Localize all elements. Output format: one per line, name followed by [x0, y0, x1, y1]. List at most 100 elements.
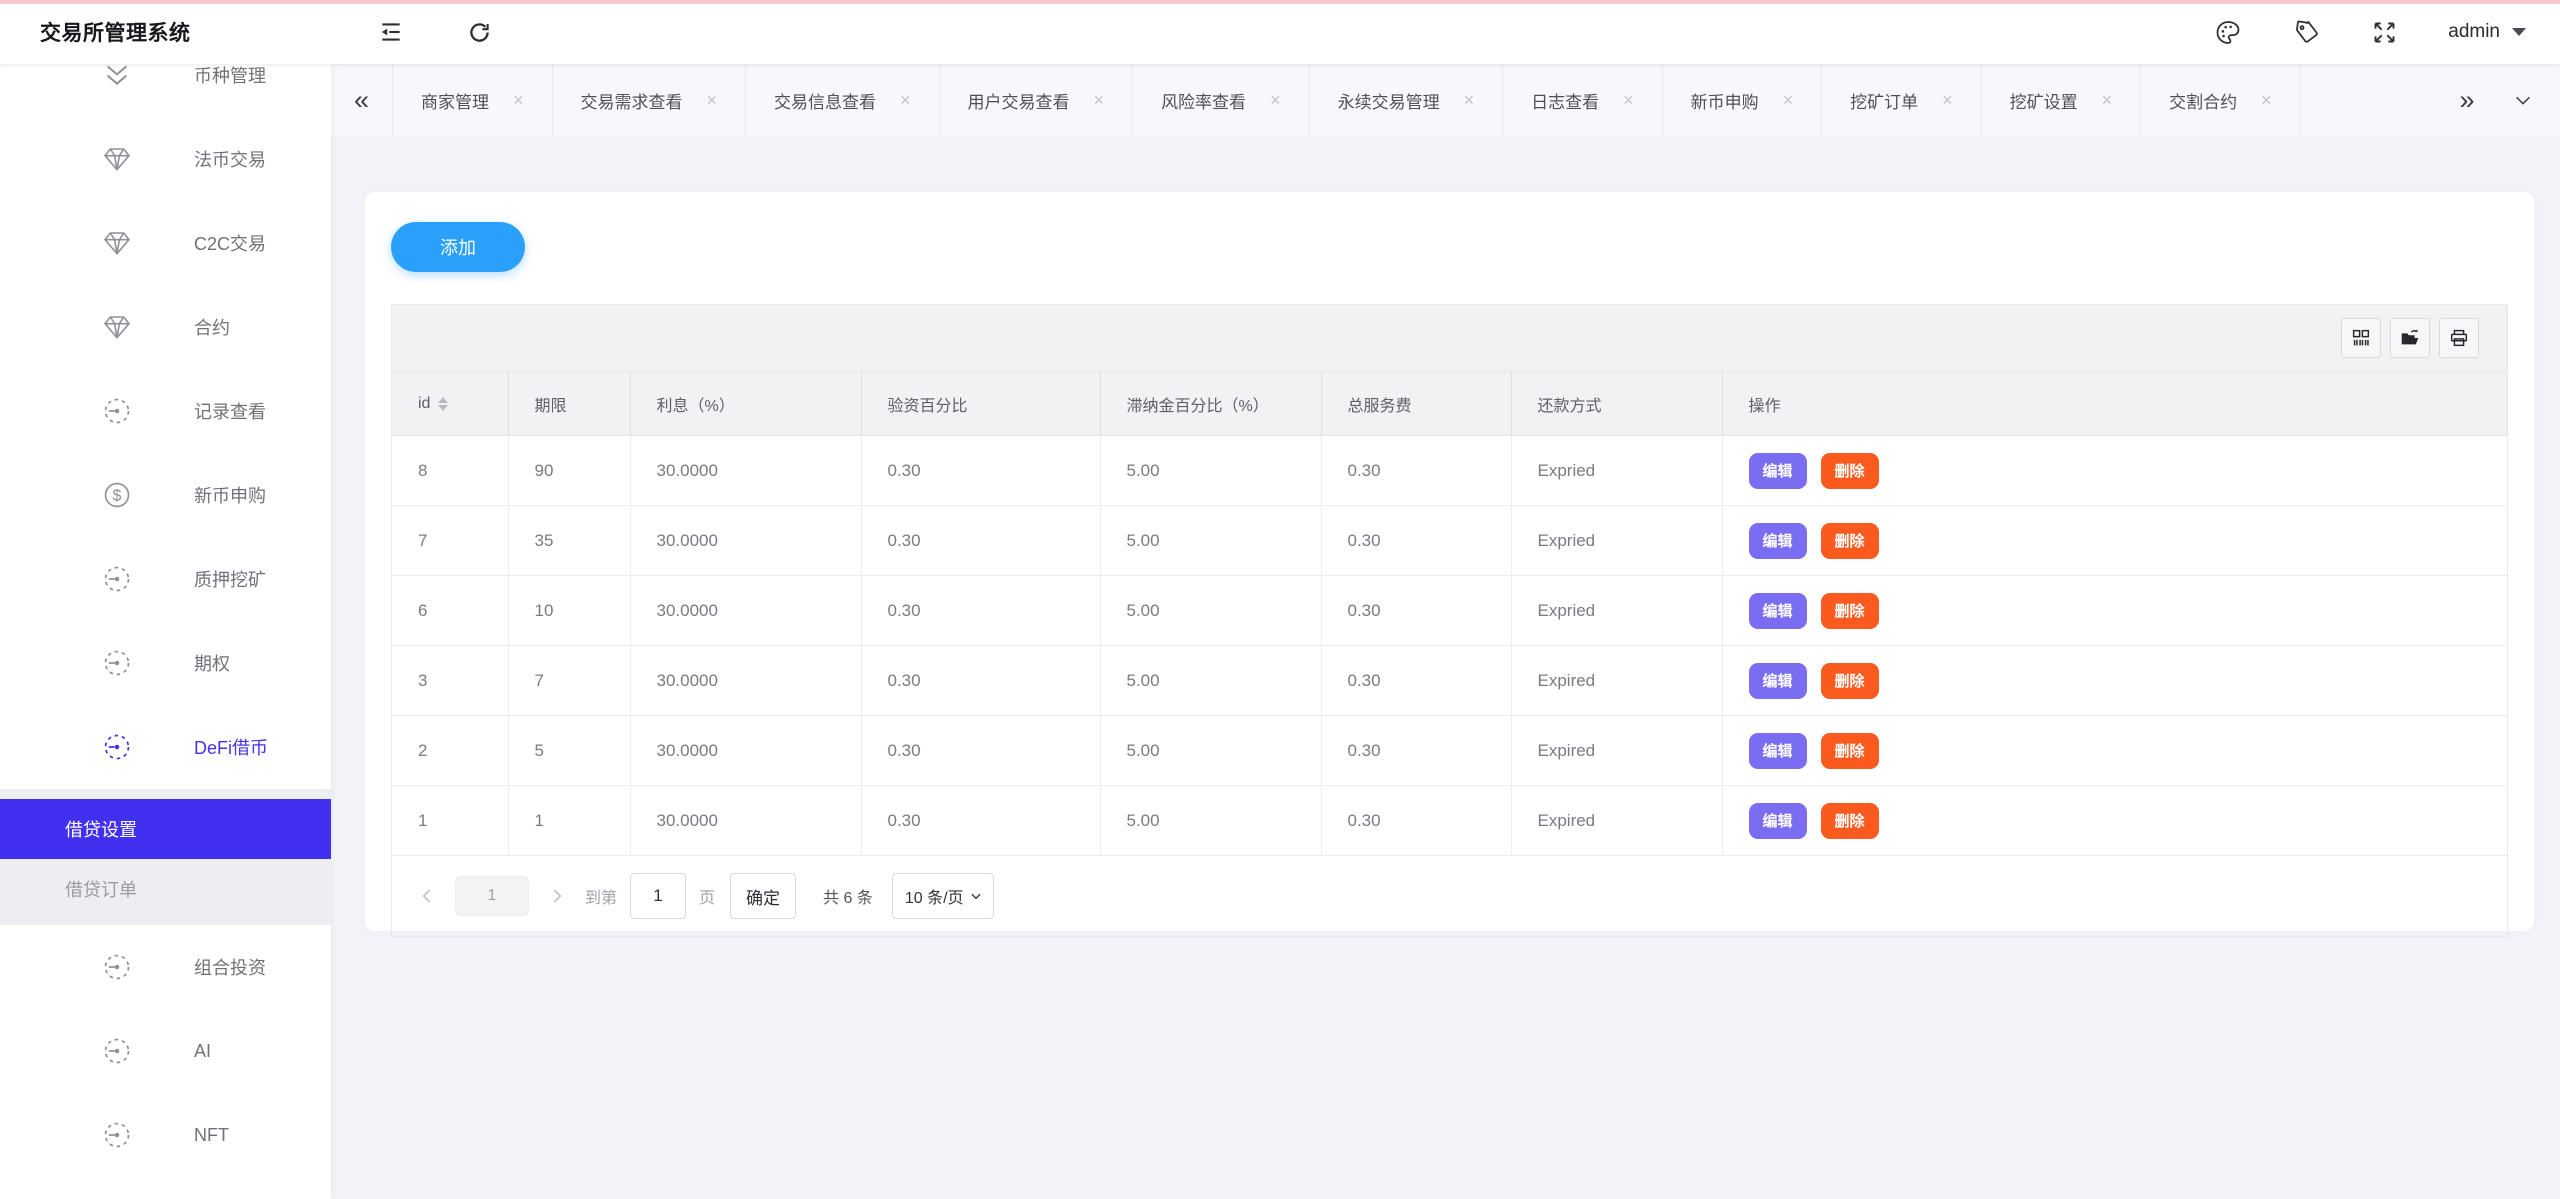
add-button[interactable]: 添加 — [391, 222, 525, 272]
tab-close-icon[interactable]: × — [2261, 91, 2272, 109]
pagination: 1 到第 页 确定 共 6 条 10 条/页 — [392, 856, 2507, 936]
sidebar-item-label: 期权 — [194, 650, 230, 676]
table-cell: 0.30 — [861, 506, 1100, 576]
column-header-label: 滞纳金百分比（%） — [1127, 392, 1269, 416]
collapse-sidebar-icon[interactable] — [377, 18, 405, 46]
table-cell: 30.0000 — [630, 576, 861, 646]
tab[interactable]: 风险率查看× — [1133, 64, 1310, 136]
actions-cell: 编辑删除 — [1722, 576, 2507, 646]
tab[interactable]: 新币申购× — [1663, 64, 1823, 136]
delete-button[interactable]: 删除 — [1821, 733, 1879, 769]
delete-button[interactable]: 删除 — [1821, 663, 1879, 699]
edit-button[interactable]: 编辑 — [1749, 523, 1807, 559]
tag-icon[interactable] — [2292, 18, 2320, 46]
tab-close-icon[interactable]: × — [707, 91, 718, 109]
sidebar-item-record-view[interactable]: 记录查看 — [0, 369, 331, 453]
delete-button[interactable]: 删除 — [1821, 523, 1879, 559]
tab[interactable]: 交易需求查看 × — [553, 64, 747, 136]
table-cell: 0.30 — [1321, 646, 1511, 716]
export-button[interactable] — [2390, 318, 2430, 358]
sidebar-item-portfolio-invest[interactable]: 组合投资 — [0, 925, 331, 1009]
sidebar-item-coin-manage[interactable]: 币种管理 — [0, 64, 331, 117]
refresh-icon[interactable] — [465, 18, 493, 46]
svg-text:$: $ — [113, 488, 122, 505]
tab-close-icon[interactable]: × — [1094, 91, 1105, 109]
tab-label: 商家管理 — [421, 88, 489, 113]
tab-close-icon[interactable]: × — [513, 91, 524, 109]
table-cell: 5.00 — [1100, 716, 1321, 786]
double-chevron-down-icon — [98, 64, 136, 94]
delete-button[interactable]: 删除 — [1821, 803, 1879, 839]
main-area: « 商家管理×交易需求查看×交易信息查看×用户交易查看×风险率查看×永续交易管理… — [331, 0, 2560, 931]
sidebar-item-label: C2C交易 — [194, 230, 266, 256]
sidebar-item-label: 新币申购 — [194, 482, 266, 508]
sidebar-menu: 币种管理法币交易 C2C交易合约记录查看 $ 新币申购质押挖矿期权 DeFi借币借贷设置… — [0, 64, 331, 1177]
sidebar-subitem-lending-settings[interactable]: 借贷设置 — [0, 799, 331, 859]
tab[interactable]: 永续交易管理× — [1310, 64, 1504, 136]
tabs-more-icon[interactable] — [2500, 89, 2546, 111]
tab[interactable]: 用户交易查看× — [940, 64, 1134, 136]
actions-cell: 编辑删除 — [1722, 506, 2507, 576]
user-menu[interactable]: admin — [2448, 21, 2526, 43]
confirm-button[interactable]: 确定 — [730, 873, 796, 919]
sidebar-subitem-lending-orders[interactable]: 借贷订单 — [0, 859, 331, 919]
sidebar-item-options[interactable]: 期权 — [0, 621, 331, 705]
sidebar-item-fiat-trade[interactable]: 法币交易 — [0, 117, 331, 201]
sidebar-item-nft[interactable]: NFT — [0, 1093, 331, 1177]
tab-close-icon[interactable]: × — [1783, 91, 1794, 109]
tab-close-icon[interactable]: × — [1270, 91, 1281, 109]
sidebar-item-ai[interactable]: AI — [0, 1009, 331, 1093]
tab-close-icon[interactable]: × — [1464, 91, 1475, 109]
tab[interactable]: 交易信息查看× — [746, 64, 940, 136]
prev-page-icon[interactable] — [412, 881, 442, 911]
tab[interactable]: 挖矿订单× — [1822, 64, 1982, 136]
tab[interactable]: 商家管理 × — [393, 64, 553, 136]
sidebar-item-c2c-trade[interactable]: C2C交易 — [0, 201, 331, 285]
table-header-row: id期限利息（%）验资百分比滞纳金百分比（%）总服务费还款方式操作 — [392, 372, 2507, 436]
tab[interactable]: 日志查看× — [1503, 64, 1663, 136]
table-cell: 0.30 — [1321, 716, 1511, 786]
table-cell: 0.30 — [861, 716, 1100, 786]
tab-close-icon[interactable]: × — [1942, 91, 1953, 109]
column-filter-button[interactable] — [2341, 318, 2381, 358]
theme-palette-icon[interactable] — [2214, 18, 2242, 46]
page-size-select[interactable]: 10 条/页 — [892, 873, 994, 919]
column-header: 滞纳金百分比（%） — [1100, 372, 1321, 436]
page-number-button[interactable]: 1 — [455, 876, 529, 916]
edit-button[interactable]: 编辑 — [1749, 663, 1807, 699]
gem-icon — [98, 140, 136, 178]
tab-close-icon[interactable]: × — [2102, 91, 2113, 109]
edit-button[interactable]: 编辑 — [1749, 733, 1807, 769]
column-header: 验资百分比 — [861, 372, 1100, 436]
column-header: 操作 — [1722, 372, 2507, 436]
tabs-scroll-left-icon[interactable]: « — [331, 64, 393, 136]
app-header: 交易所管理系统 — [0, 0, 2560, 64]
edit-button[interactable]: 编辑 — [1749, 453, 1807, 489]
tab[interactable]: 交割合约× — [2141, 64, 2301, 136]
sidebar-item-new-coin-subscribe[interactable]: $ 新币申购 — [0, 453, 331, 537]
delete-button[interactable]: 删除 — [1821, 453, 1879, 489]
sidebar-item-defi-lending[interactable]: DeFi借币 — [0, 705, 331, 789]
edit-button[interactable]: 编辑 — [1749, 593, 1807, 629]
tab-label: 交易需求查看 — [581, 88, 683, 113]
table-cell: 0.30 — [861, 786, 1100, 856]
column-header-label: 期限 — [535, 392, 567, 416]
table-cell: 30.0000 — [630, 646, 861, 716]
table-row: 1130.00000.305.000.30Expired编辑删除 — [392, 786, 2507, 856]
goto-page-input[interactable] — [630, 873, 686, 919]
delete-button[interactable]: 删除 — [1821, 593, 1879, 629]
sidebar-item-staking-mining[interactable]: 质押挖矿 — [0, 537, 331, 621]
table-cell: Expried — [1511, 576, 1722, 646]
sidebar-item-contract[interactable]: 合约 — [0, 285, 331, 369]
tabs-scroll-right-icon[interactable]: » — [2444, 85, 2490, 116]
column-header[interactable]: id — [392, 372, 508, 436]
tab-close-icon[interactable]: × — [900, 91, 911, 109]
tab[interactable]: 挖矿设置× — [1982, 64, 2142, 136]
header-left-tools — [377, 18, 493, 46]
edit-button[interactable]: 编辑 — [1749, 803, 1807, 839]
tab-close-icon[interactable]: × — [1623, 91, 1634, 109]
print-button[interactable] — [2439, 318, 2479, 358]
sort-carets-icon[interactable] — [438, 397, 448, 411]
fullscreen-icon[interactable] — [2370, 18, 2398, 46]
next-page-icon[interactable] — [542, 881, 572, 911]
